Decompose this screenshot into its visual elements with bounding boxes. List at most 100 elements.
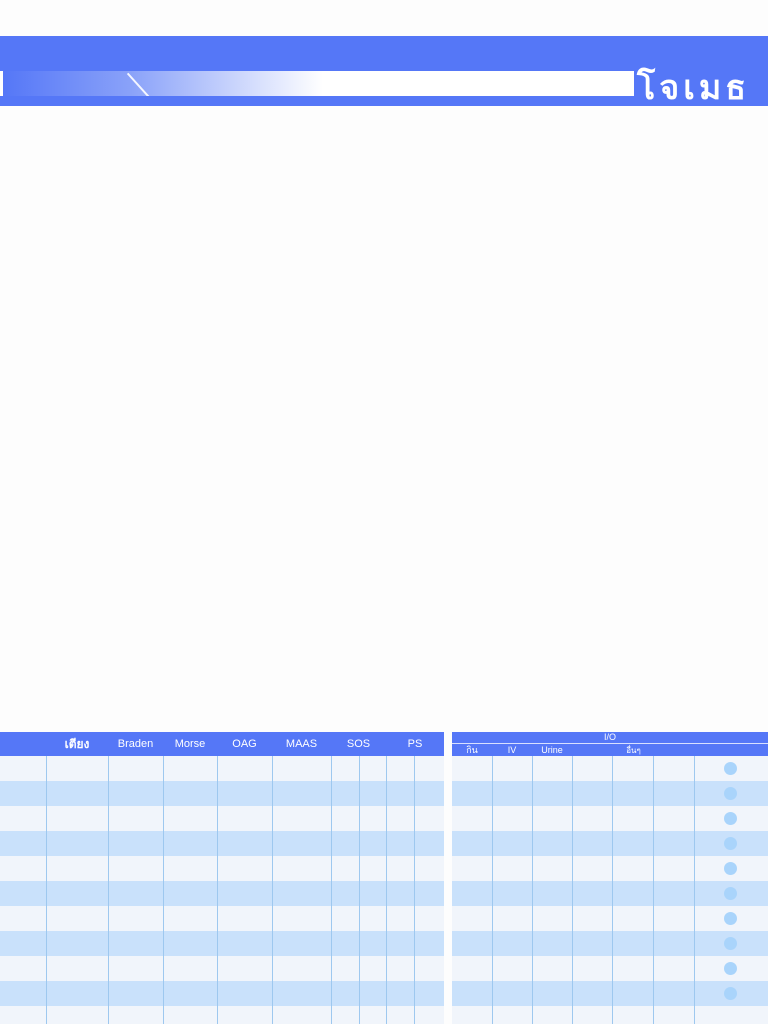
cell-divider — [386, 756, 387, 781]
header-name-field — [0, 71, 634, 96]
cell-divider — [272, 881, 273, 906]
cell-divider — [492, 756, 493, 781]
cell-divider — [612, 881, 613, 906]
cell-divider — [331, 906, 332, 931]
status-dot-icon[interactable] — [724, 987, 737, 1000]
cell-divider — [359, 856, 360, 881]
cell-divider — [653, 881, 654, 906]
cell-divider — [217, 756, 218, 781]
cell-divider — [572, 1006, 573, 1024]
col-header-maas: MAAS — [285, 738, 318, 750]
cell-divider — [217, 806, 218, 831]
cell-divider — [272, 831, 273, 856]
cell-divider — [694, 931, 695, 956]
cell-divider — [612, 981, 613, 1006]
assessment-table-body — [0, 756, 444, 1024]
status-dot-icon[interactable] — [724, 812, 737, 825]
status-dot-icon[interactable] — [724, 837, 737, 850]
status-dot-icon[interactable] — [724, 762, 737, 775]
cell-divider — [163, 831, 164, 856]
cell-divider — [414, 906, 415, 931]
cell-divider — [272, 856, 273, 881]
status-dot-icon[interactable] — [724, 962, 737, 975]
cell-divider — [414, 1006, 415, 1024]
cell-divider — [532, 831, 533, 856]
cell-divider — [653, 806, 654, 831]
cell-divider — [414, 856, 415, 881]
header-gradient — [3, 71, 323, 96]
cell-divider — [331, 881, 332, 906]
cell-divider — [163, 756, 164, 781]
col-header-ps: PS — [407, 738, 423, 750]
cell-divider — [492, 856, 493, 881]
table-row — [0, 906, 444, 931]
table-row — [452, 781, 768, 806]
cell-divider — [492, 906, 493, 931]
io-table-header: I/O กิน IV Urine อื่นๆ — [452, 732, 768, 756]
table-row — [0, 981, 444, 1006]
col-header-iv: IV — [507, 745, 517, 755]
cell-divider — [386, 881, 387, 906]
col-header-sos: SOS — [346, 738, 371, 750]
cell-divider — [612, 906, 613, 931]
cell-divider — [359, 881, 360, 906]
status-dot-icon[interactable] — [724, 887, 737, 900]
io-table: I/O กิน IV Urine อื่นๆ — [452, 732, 768, 1024]
table-row — [0, 931, 444, 956]
cell-divider — [163, 931, 164, 956]
cell-divider — [386, 856, 387, 881]
table-row — [452, 881, 768, 906]
cell-divider — [572, 931, 573, 956]
col-header-bed: เตียง — [64, 737, 90, 751]
cell-divider — [359, 906, 360, 931]
status-dot-icon[interactable] — [724, 937, 737, 950]
cell-divider — [46, 881, 47, 906]
table-row — [0, 881, 444, 906]
cell-divider — [46, 906, 47, 931]
cell-divider — [108, 931, 109, 956]
cell-divider — [532, 856, 533, 881]
cell-divider — [272, 956, 273, 981]
cell-divider — [331, 856, 332, 881]
cell-divider — [492, 981, 493, 1006]
cell-divider — [272, 806, 273, 831]
cell-divider — [532, 1006, 533, 1024]
status-dot-icon[interactable] — [724, 862, 737, 875]
cell-divider — [386, 781, 387, 806]
table-row — [0, 756, 444, 781]
cell-divider — [386, 806, 387, 831]
col-header-morse: Morse — [174, 738, 206, 750]
table-row — [452, 906, 768, 931]
cell-divider — [653, 831, 654, 856]
cell-divider — [331, 806, 332, 831]
cell-divider — [163, 781, 164, 806]
table-row — [452, 856, 768, 881]
cell-divider — [694, 856, 695, 881]
cell-divider — [572, 856, 573, 881]
cell-divider — [217, 881, 218, 906]
cell-divider — [492, 1006, 493, 1024]
cell-divider — [414, 756, 415, 781]
cell-divider — [359, 981, 360, 1006]
cell-divider — [612, 1006, 613, 1024]
status-dot-icon[interactable] — [724, 787, 737, 800]
cell-divider — [532, 881, 533, 906]
cell-divider — [612, 806, 613, 831]
cell-divider — [108, 956, 109, 981]
status-dot-icon[interactable] — [724, 912, 737, 925]
cell-divider — [532, 756, 533, 781]
cell-divider — [217, 981, 218, 1006]
cell-divider — [572, 806, 573, 831]
cell-divider — [386, 981, 387, 1006]
cell-divider — [163, 956, 164, 981]
table-row — [452, 1006, 768, 1024]
cell-divider — [612, 756, 613, 781]
cell-divider — [217, 856, 218, 881]
cell-divider — [492, 806, 493, 831]
cell-divider — [572, 906, 573, 931]
cell-divider — [532, 781, 533, 806]
col-header-braden: Braden — [117, 738, 154, 750]
table-row — [452, 956, 768, 981]
table-row — [0, 831, 444, 856]
cell-divider — [532, 806, 533, 831]
